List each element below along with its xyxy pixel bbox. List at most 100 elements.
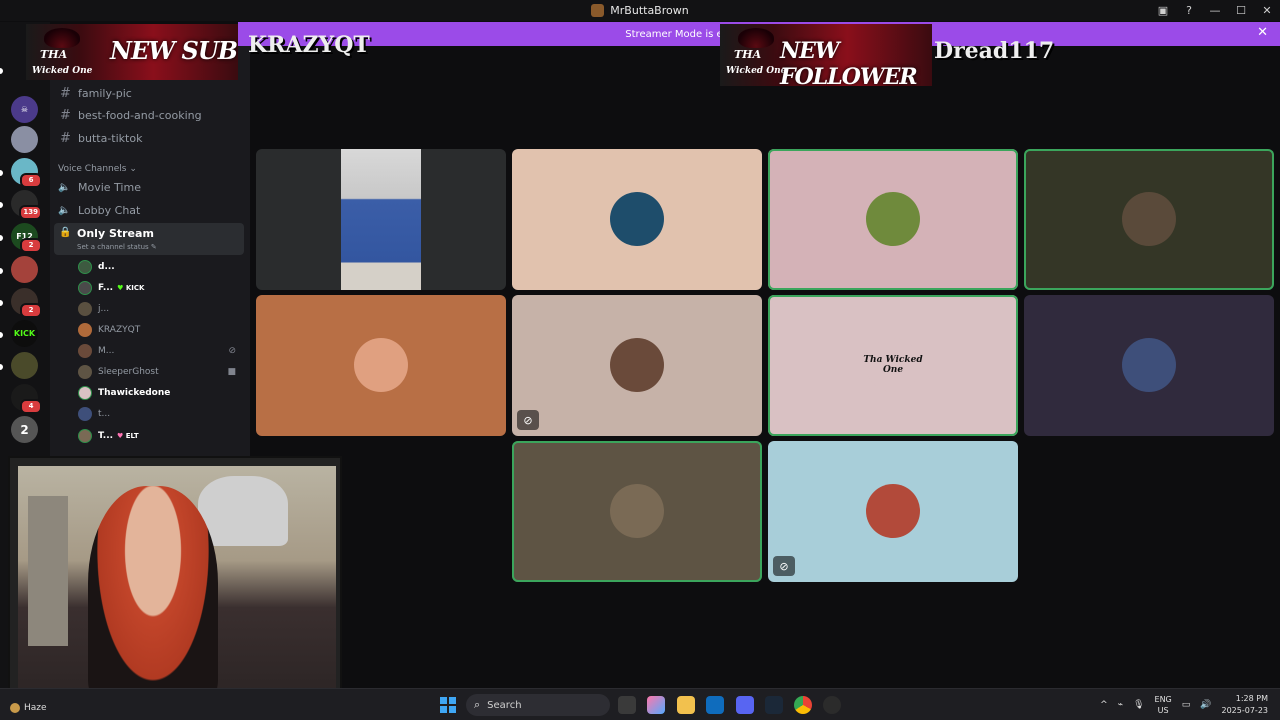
chrome-icon[interactable] [794, 696, 812, 714]
language-indicator[interactable]: ENG US [1155, 694, 1172, 716]
muted-mic-icon: ⊘ [773, 556, 795, 576]
discord-icon[interactable] [736, 696, 754, 714]
new-follower-label: NEW FOLLOWER [780, 38, 918, 86]
participant-tile[interactable] [1024, 295, 1274, 436]
participant-tile-speaking[interactable] [1024, 149, 1274, 290]
participant-tile[interactable]: ⊘ [512, 295, 762, 436]
voice-member[interactable]: j... [78, 300, 244, 318]
voice-channel-movie-time[interactable]: 🔈 Movie Time [58, 177, 244, 197]
voice-member[interactable]: d... [78, 258, 244, 276]
server-icon[interactable]: 139 [11, 190, 42, 220]
start-button[interactable] [440, 697, 456, 713]
unread-pill [0, 68, 3, 74]
participant-tile-speaking[interactable] [512, 441, 762, 582]
help-icon[interactable]: ? [1176, 0, 1202, 21]
maximize-button[interactable]: ☐ [1228, 0, 1254, 21]
server-icon[interactable] [11, 126, 38, 153]
wicked-one-logo-text: Tha Wicked One [863, 355, 923, 375]
inbox-icon[interactable]: ▣ [1150, 0, 1176, 21]
server-icon[interactable]: 4 [11, 384, 42, 414]
clock[interactable]: 1:28 PM 2025-07-23 [1222, 693, 1269, 717]
volume-icon[interactable]: 🔊 [1200, 700, 1211, 710]
close-window-button[interactable]: ✕ [1254, 0, 1280, 21]
server-icon[interactable]: ☠ [11, 96, 38, 123]
server-icon[interactable]: 2 [11, 288, 42, 318]
avatar [78, 302, 92, 316]
participant-tile[interactable]: ⊘ [768, 441, 1018, 582]
taskbar-search[interactable]: ⌕ Search [466, 694, 610, 716]
server-icon[interactable]: 6 [11, 158, 42, 188]
voice-member[interactable]: Thawickedone [78, 384, 244, 402]
server-icon[interactable]: 2 [11, 416, 38, 443]
new-follower-username: Dread117 [934, 38, 1055, 64]
new-sub-overlay: THA Wicked One NEW SUB [26, 24, 238, 80]
chevron-up-icon[interactable]: ^ [1100, 700, 1108, 710]
wicked-one-logo: THA Wicked One [30, 26, 96, 80]
copilot-icon[interactable] [647, 696, 665, 714]
window-controls: ▣ ? — ☐ ✕ [1150, 0, 1280, 21]
participant-tile-speaking[interactable] [768, 149, 1018, 290]
outlook-icon[interactable] [706, 696, 724, 714]
avatar [78, 365, 92, 379]
voice-category[interactable]: Voice Channels ⌄ [58, 164, 137, 174]
voice-member[interactable]: F... ♥ KICK [78, 279, 244, 297]
avatar [78, 407, 92, 421]
avatar [78, 260, 92, 274]
text-channel-best-food[interactable]: # best-food-and-cooking [58, 105, 244, 125]
unread-pill [0, 170, 3, 176]
window-title-group: MrButtaBrown [591, 4, 689, 17]
voice-member[interactable]: KRAZYQT [78, 321, 244, 339]
weather-widget[interactable]: Haze [10, 703, 47, 713]
task-view-icon[interactable] [618, 696, 636, 714]
voice-member[interactable]: M... ⊘ [78, 342, 244, 360]
window-title: MrButtaBrown [610, 4, 689, 17]
avatar [78, 386, 92, 400]
participant-avatar [1122, 338, 1176, 392]
app-icon [591, 4, 605, 17]
network-icon[interactable]: ⌁ [1118, 700, 1123, 710]
server-icon[interactable] [11, 352, 38, 379]
participant-tile[interactable] [256, 295, 506, 436]
server-icon[interactable] [11, 256, 38, 283]
channel-status[interactable]: Set a channel status ✎ [77, 243, 157, 251]
hash-icon: # [60, 85, 71, 101]
banner-close-icon[interactable]: ✕ [1257, 25, 1268, 40]
avatar [78, 344, 92, 358]
participant-avatar [1122, 192, 1176, 246]
text-channel-butta-tiktok[interactable]: # butta-tiktok [58, 128, 244, 148]
streamer-webcam [8, 456, 342, 706]
voice-channel-only-stream[interactable]: 🔒 Only Stream Set a channel status ✎ [54, 223, 244, 255]
minimize-button[interactable]: — [1202, 0, 1228, 21]
participant-tile-speaking[interactable]: Tha Wicked One [768, 295, 1018, 436]
text-channel-family-pic[interactable]: # family-pic [58, 83, 244, 103]
search-icon: ⌕ [474, 698, 481, 711]
avatar [78, 323, 92, 337]
microphone-icon[interactable]: 🎙 [1133, 700, 1144, 710]
avatar [78, 429, 92, 443]
participant-video [341, 149, 421, 290]
participant-avatar [354, 338, 408, 392]
hash-icon: # [60, 107, 71, 123]
server-icon[interactable]: F12 2 [11, 223, 42, 253]
participant-avatar [866, 192, 920, 246]
unread-pill [0, 364, 3, 370]
display-icon[interactable]: ▭ [1182, 700, 1191, 710]
server-icon[interactable]: KICK [11, 320, 38, 347]
voice-member[interactable]: SleeperGhost ■ [78, 363, 244, 381]
new-sub-label: NEW SUB [110, 36, 238, 65]
participant-tile[interactable] [512, 149, 762, 290]
voice-channel-lobby-chat[interactable]: 🔈 Lobby Chat [58, 200, 244, 220]
active-channel-name: Only Stream [77, 227, 154, 240]
file-explorer-icon[interactable] [677, 696, 695, 714]
steam-icon[interactable] [765, 696, 783, 714]
voice-member[interactable]: T... ♥ ELT [78, 427, 244, 445]
unread-pill [0, 300, 3, 306]
participant-tile[interactable] [256, 149, 506, 290]
muted-mic-icon: ⊘ [228, 346, 236, 356]
obs-icon[interactable] [823, 696, 841, 714]
weather-icon [10, 703, 20, 713]
speaker-icon: 🔈 [58, 204, 71, 216]
voice-member[interactable]: t... [78, 405, 244, 423]
participant-avatar [610, 484, 664, 538]
unread-pill [0, 332, 3, 338]
